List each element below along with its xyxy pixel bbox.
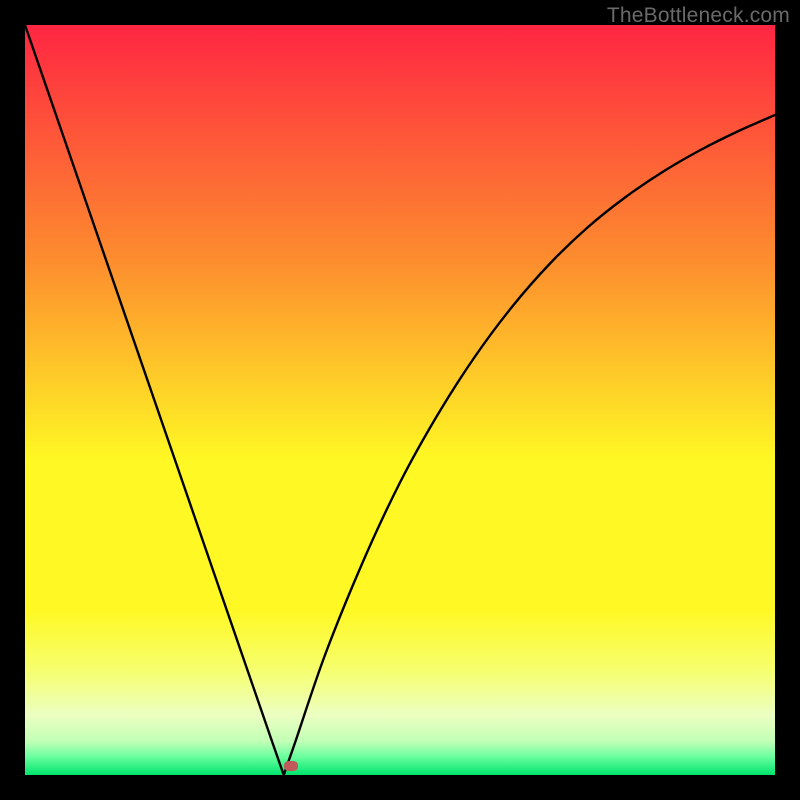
chart-frame: TheBottleneck.com bbox=[0, 0, 800, 800]
plot-area bbox=[25, 25, 775, 775]
watermark-text: TheBottleneck.com bbox=[607, 4, 790, 28]
bottleneck-curve bbox=[25, 25, 775, 775]
optimal-point-marker bbox=[284, 761, 298, 771]
